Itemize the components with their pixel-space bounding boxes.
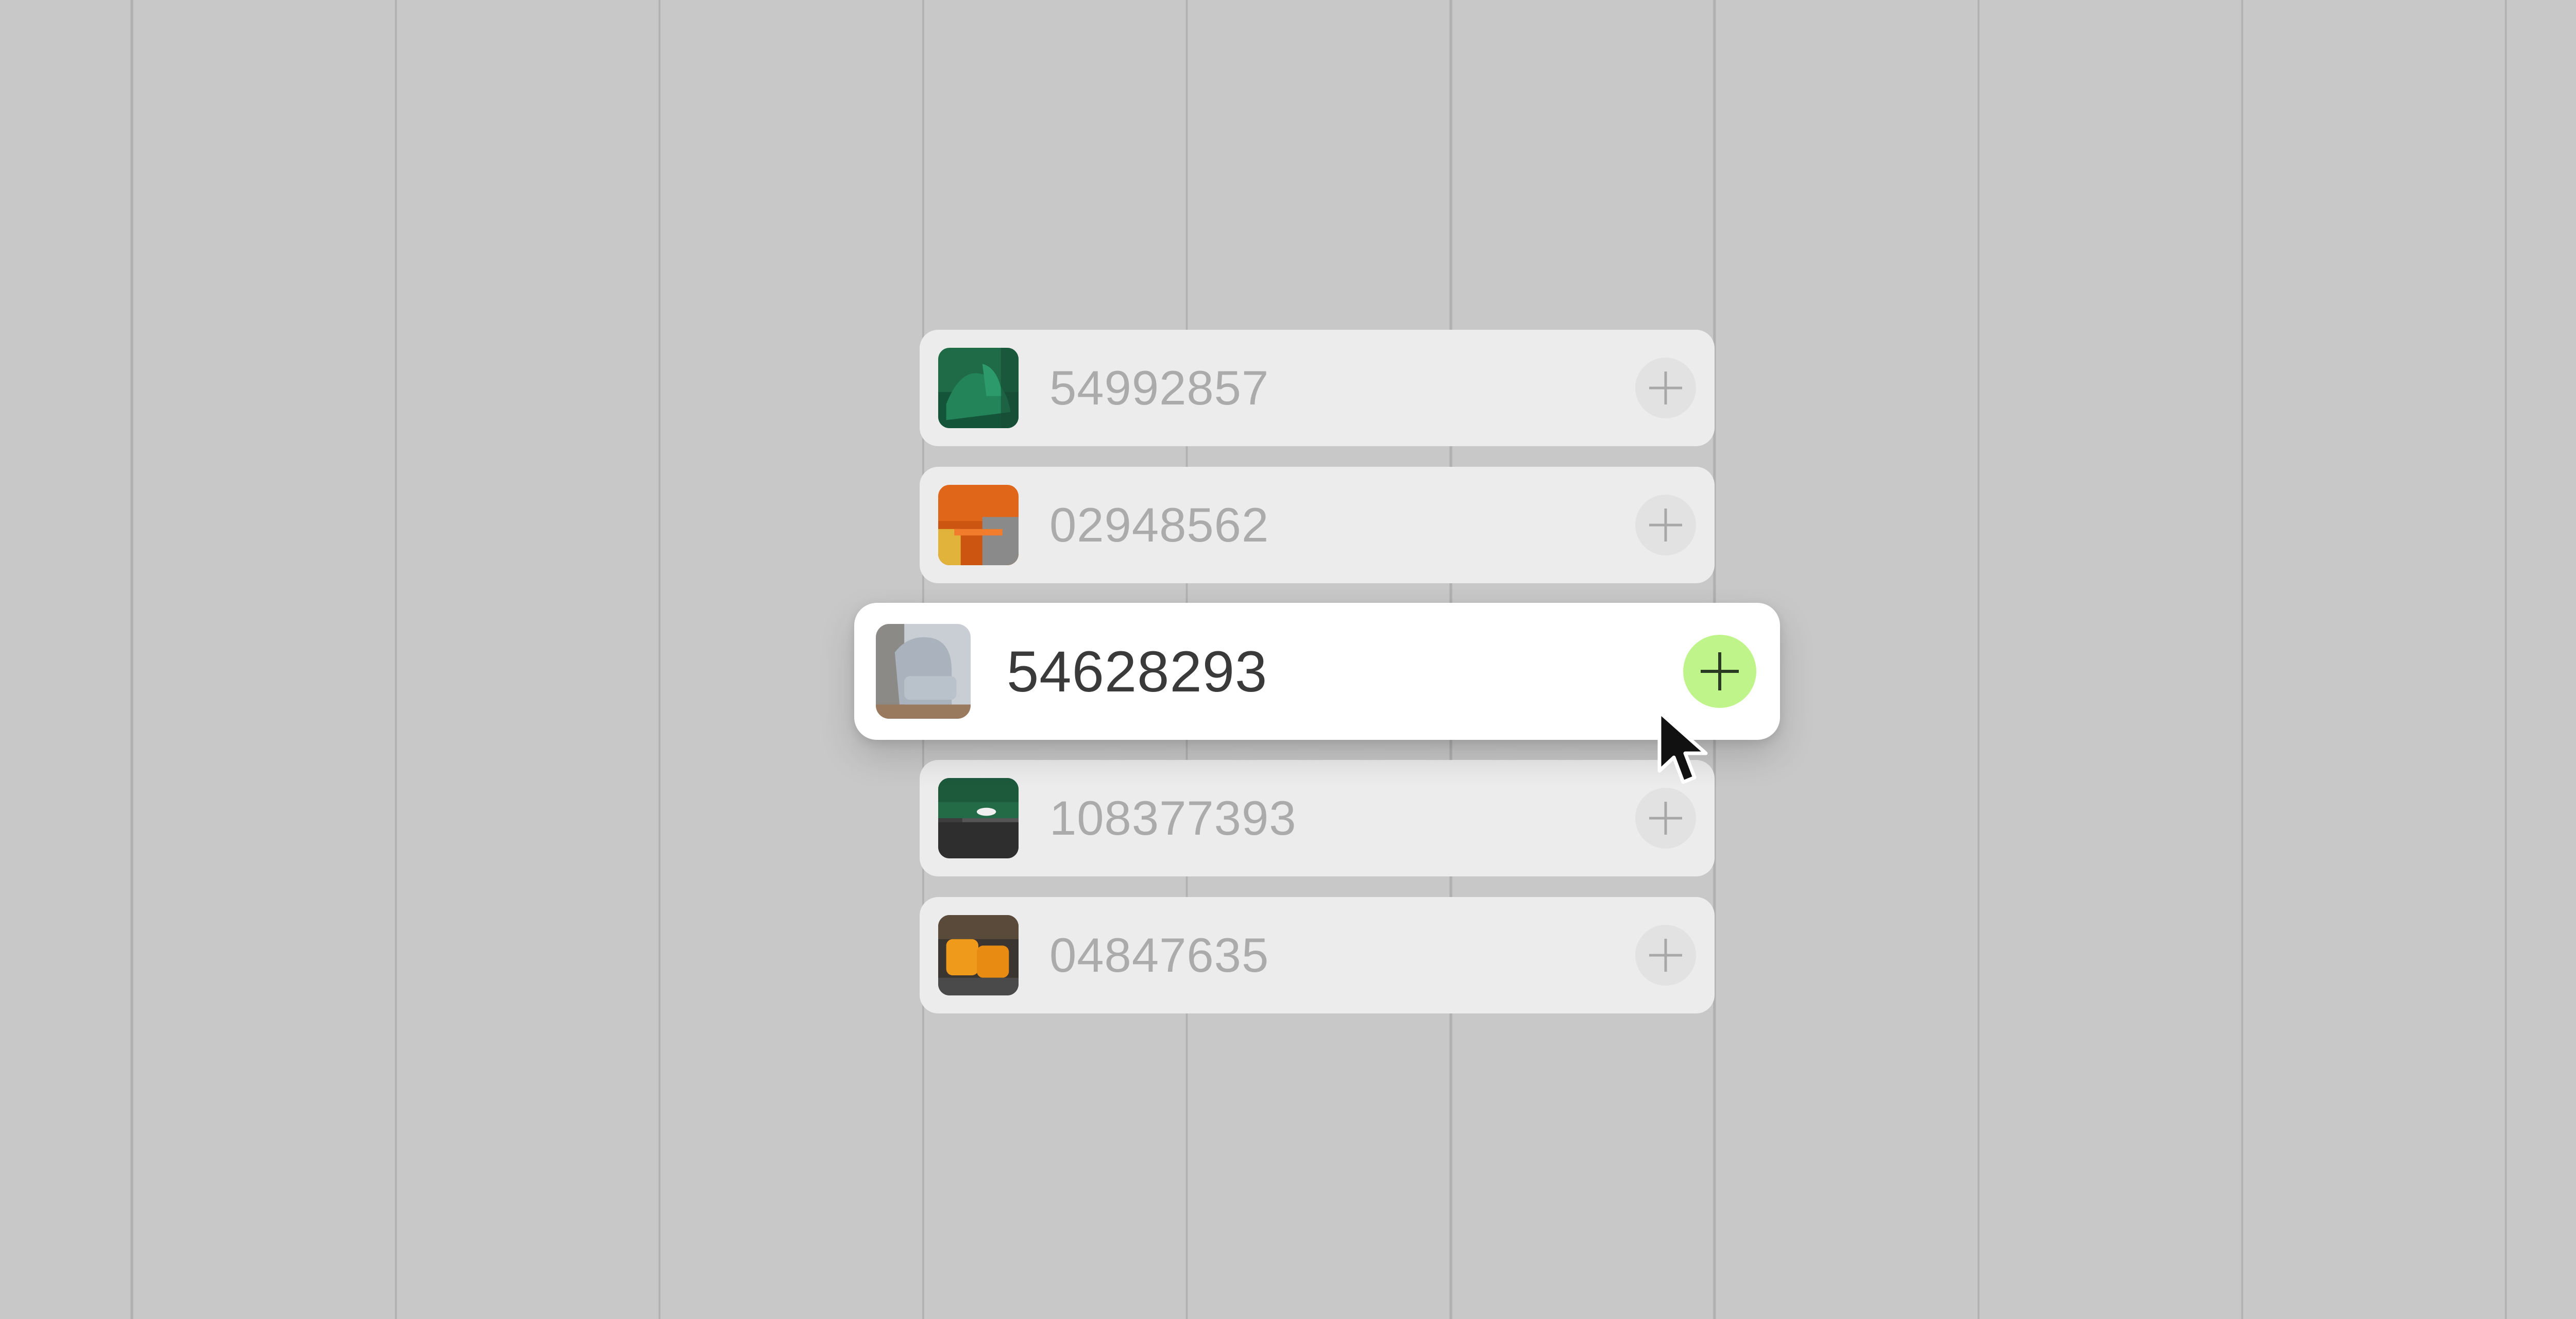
plus-icon: [1701, 652, 1739, 690]
list-item[interactable]: 108377393: [920, 760, 1715, 876]
plus-icon: [1649, 509, 1682, 542]
list-item[interactable]: 54992857: [920, 330, 1715, 446]
item-code: 108377393: [1049, 791, 1297, 845]
green-sofa-thumbnail: [938, 778, 1019, 858]
item-code: 04847635: [1049, 928, 1269, 982]
item-code: 02948562: [1049, 498, 1269, 552]
arrow-cursor-icon: [1657, 710, 1708, 784]
add-button[interactable]: [1635, 925, 1696, 986]
add-button[interactable]: [1635, 495, 1696, 555]
orange-cabinet-thumbnail: [938, 485, 1019, 565]
item-code: 54628293: [1007, 639, 1268, 704]
item-code: 54992857: [1049, 361, 1269, 415]
plus-icon: [1649, 371, 1682, 404]
list-item-active[interactable]: 54628293: [854, 603, 1780, 740]
plus-icon: [1649, 939, 1682, 972]
plus-icon: [1649, 802, 1682, 835]
product-list: 54992857 02948562 108377393 04847635 546…: [0, 0, 2576, 1319]
green-chair-thumbnail: [938, 348, 1019, 428]
add-button-active[interactable]: [1683, 635, 1756, 708]
add-button[interactable]: [1635, 358, 1696, 418]
orange-seat-thumbnail: [938, 915, 1019, 995]
add-button[interactable]: [1635, 788, 1696, 849]
list-item[interactable]: 02948562: [920, 467, 1715, 583]
list-item[interactable]: 04847635: [920, 897, 1715, 1013]
grey-armchair-thumbnail: [876, 624, 971, 719]
